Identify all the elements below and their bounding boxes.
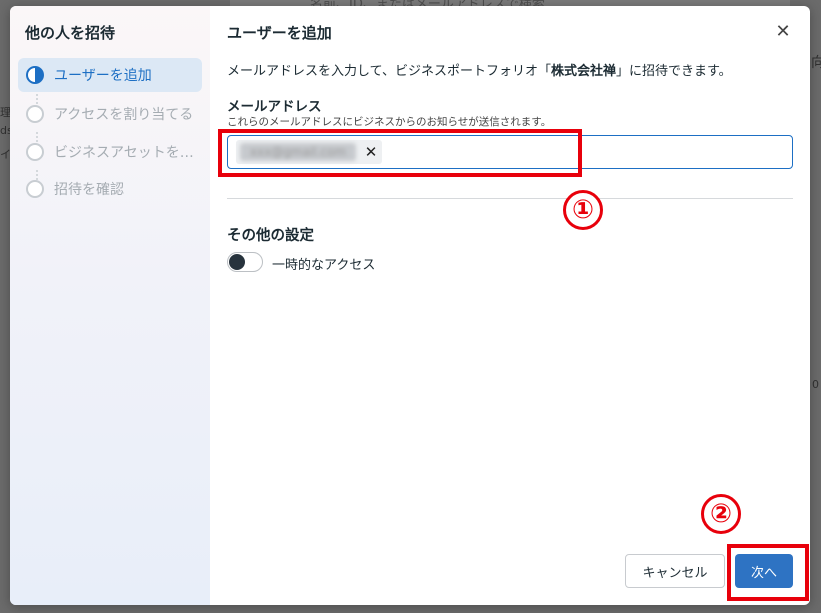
close-button[interactable]: ✕ [772,20,794,42]
description-text: メールアドレスを入力して、ビジネスポートフォリオ「 [227,64,551,79]
temporary-access-toggle[interactable] [227,252,263,272]
email-label: メールアドレス [227,99,322,115]
step-add-users[interactable]: ユーザーを追加 [18,58,202,92]
business-name: 株式会社禅 [550,64,616,79]
description: メールアドレスを入力して、ビジネスポートフォリオ「株式会社禅」に招待できます。 [227,60,732,79]
step-label: アクセスを割り当てる [54,107,194,123]
close-icon: ✕ [775,20,791,42]
step-label: 招待を確認 [54,182,124,198]
step-review-invite[interactable]: 招待を確認 [18,172,202,206]
step-circle-icon [26,180,44,198]
annotation-highlight-next [727,544,809,601]
page-title: ユーザーを追加 [227,24,332,42]
toggle-knob [229,254,245,270]
sidebar-title: 他の人を招待 [25,24,116,42]
annotation-highlight-email [218,129,582,177]
step-circle-icon [26,105,44,123]
step-assign-access[interactable]: アクセスを割り当てる [18,97,202,131]
invite-modal: 他の人を招待 ユーザーを追加 アクセスを割り当てる ビジネスアセットを追加 招待… [10,6,810,605]
step-add-assets[interactable]: ビジネスアセットを追加 [18,135,202,169]
step-label: ユーザーを追加 [54,68,152,84]
step-circle-icon [26,143,44,161]
step-sidebar: 他の人を招待 ユーザーを追加 アクセスを割り当てる ビジネスアセットを追加 招待… [10,6,210,605]
other-settings-title: その他の設定 [227,228,314,244]
step-progress-icon [26,66,44,84]
description-text: 」に招待できます。 [615,64,732,79]
cancel-button[interactable]: キャンセル [625,554,725,588]
step-label: ビジネスアセットを追加 [54,145,194,161]
email-sublabel: これらのメールアドレスにビジネスからのお知らせが送信されます。 [227,116,552,128]
annotation-number-2: ② [701,494,741,534]
temporary-access-label: 一時的なアクセス [272,258,376,273]
annotation-number-1: ① [563,190,603,230]
divider [227,198,793,199]
